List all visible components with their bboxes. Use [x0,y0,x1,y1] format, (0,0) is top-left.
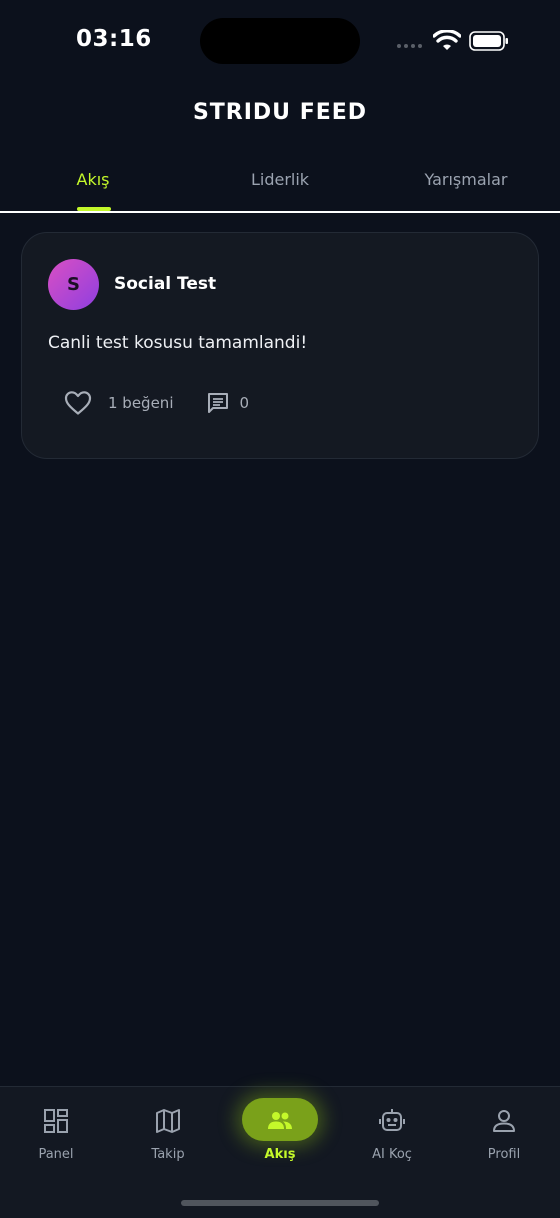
post-actions: 1 beğeni 0 [64,389,249,417]
dashboard-icon [44,1109,68,1133]
cellular-signal-icon [397,44,425,50]
wifi-icon [433,30,461,50]
person-icon [493,1110,515,1132]
nav-item-takip[interactable]: Takip [112,1087,224,1177]
avatar[interactable]: S [48,259,99,310]
nav-label-panel: Panel [38,1147,74,1162]
feed-post-card[interactable]: S Social Test Canli test kosusu tamamlan… [21,232,539,459]
active-tab-indicator [77,207,111,211]
status-bar: 03:16 [0,0,560,84]
tab-yarismalar[interactable]: Yarışmalar [425,170,508,189]
home-indicator[interactable] [181,1200,379,1206]
page-title: STRIDU FEED [192,100,368,125]
like-count[interactable]: 1 beğeni [108,394,174,412]
feed-tabs: Akış Liderlik Yarışmalar [0,160,560,213]
nav-item-profil[interactable]: Profil [448,1087,560,1177]
comment-count[interactable]: 0 [240,394,250,412]
post-author[interactable]: Social Test [114,274,216,294]
nav-label-akis: Akış [264,1147,296,1162]
people-icon [268,1112,292,1129]
nav-label-ai-koc: AI Koç [372,1147,412,1162]
avatar-initial: S [67,274,80,295]
heart-icon[interactable] [64,390,92,416]
nav-item-ai-koc[interactable]: AI Koç [336,1087,448,1177]
robot-icon [379,1109,405,1131]
post-text: Canli test kosusu tamamlandi! [48,333,308,353]
bottom-nav: Panel Takip Akış AI Koç Profil [0,1086,560,1218]
status-time: 03:16 [76,26,152,52]
nav-label-takip: Takip [151,1147,185,1162]
map-icon [156,1109,180,1133]
tab-liderlik[interactable]: Liderlik [251,170,309,189]
nav-label-profil: Profil [487,1147,521,1162]
dynamic-island [200,18,360,64]
nav-item-panel[interactable]: Panel [0,1087,112,1177]
tab-akis[interactable]: Akış [77,170,110,189]
battery-icon [469,31,508,51]
nav-item-akis[interactable]: Akış [224,1087,336,1177]
comment-icon[interactable] [206,391,230,415]
